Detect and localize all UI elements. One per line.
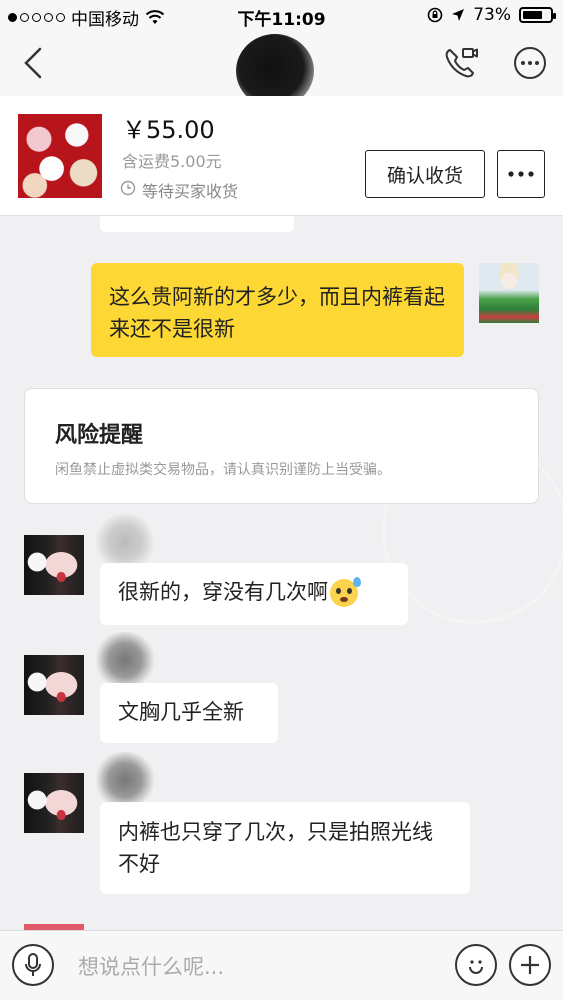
seller-avatar[interactable]	[24, 655, 84, 715]
seller-avatar[interactable]	[24, 773, 84, 833]
message-text: 很新的，穿没有几次啊	[118, 580, 328, 604]
product-thumbnail[interactable]	[18, 114, 102, 198]
clock-icon	[120, 180, 136, 196]
message-input[interactable]: 想说点什么呢...	[78, 951, 224, 981]
seller-avatar[interactable]	[24, 535, 84, 595]
sender-name-blurred	[94, 752, 156, 808]
risk-alert-text: 闲鱼禁止虚拟类交易物品，请认真识别谨防上当受骗。	[55, 462, 391, 478]
their-message-bubble[interactable]: 文胸几乎全新	[100, 683, 278, 743]
battery-icon	[519, 7, 556, 23]
order-status: 等待买家收货	[142, 182, 239, 201]
product-price: ￥55.00	[122, 116, 215, 144]
confirm-receipt-button[interactable]: 确认收货	[365, 150, 485, 198]
emoji-button[interactable]	[455, 944, 497, 986]
shipping-fee: 含运费5.00元	[122, 152, 222, 171]
order-more-button[interactable]	[497, 150, 545, 198]
message-text: 文胸几乎全新	[118, 700, 244, 724]
sender-name-blurred	[94, 632, 156, 688]
chat-header	[0, 32, 563, 108]
ellipsis-circle-icon[interactable]	[513, 46, 547, 80]
microphone-icon	[25, 953, 41, 976]
my-avatar[interactable]	[479, 263, 539, 323]
risk-alert-title: 风险提醒	[55, 423, 144, 448]
my-message-bubble[interactable]: 这么贵阿新的才多少，而且内裤看起来还不是很新	[91, 263, 464, 357]
plus-icon	[521, 956, 539, 974]
battery-percent: 73%	[473, 5, 511, 25]
smiley-face-icon	[469, 960, 483, 974]
their-message-bubble[interactable]: 内裤也只穿了几次，只是拍照光线不好	[100, 802, 470, 894]
location-arrow-icon	[452, 9, 465, 21]
sender-name-blurred	[94, 514, 156, 570]
chevron-left-icon[interactable]	[18, 46, 52, 80]
phone-video-icon[interactable]	[443, 45, 479, 81]
voice-input-button[interactable]	[12, 944, 54, 986]
order-summary: ￥55.00 含运费5.00元 等待买家收货 确认收货	[0, 96, 563, 216]
status-bar: 中国移动 下午11:09 73%	[0, 0, 563, 32]
add-attachment-button[interactable]	[509, 944, 551, 986]
message-text: 这么贵阿新的才多少，而且内裤看起来还不是很新	[109, 285, 445, 341]
risk-alert-card: 风险提醒 闲鱼禁止虚拟类交易物品，请认真识别谨防上当受骗。	[24, 388, 539, 504]
ellipsis-icon	[508, 171, 534, 177]
anxious-face-emoji-icon	[330, 577, 361, 607]
message-bubble-partial	[100, 216, 294, 232]
rotation-lock-icon	[427, 7, 443, 23]
their-message-bubble[interactable]: 很新的，穿没有几次啊	[100, 563, 408, 625]
message-text: 内裤也只穿了几次，只是拍照光线不好	[118, 820, 433, 876]
message-input-bar: 想说点什么呢...	[0, 930, 563, 1000]
